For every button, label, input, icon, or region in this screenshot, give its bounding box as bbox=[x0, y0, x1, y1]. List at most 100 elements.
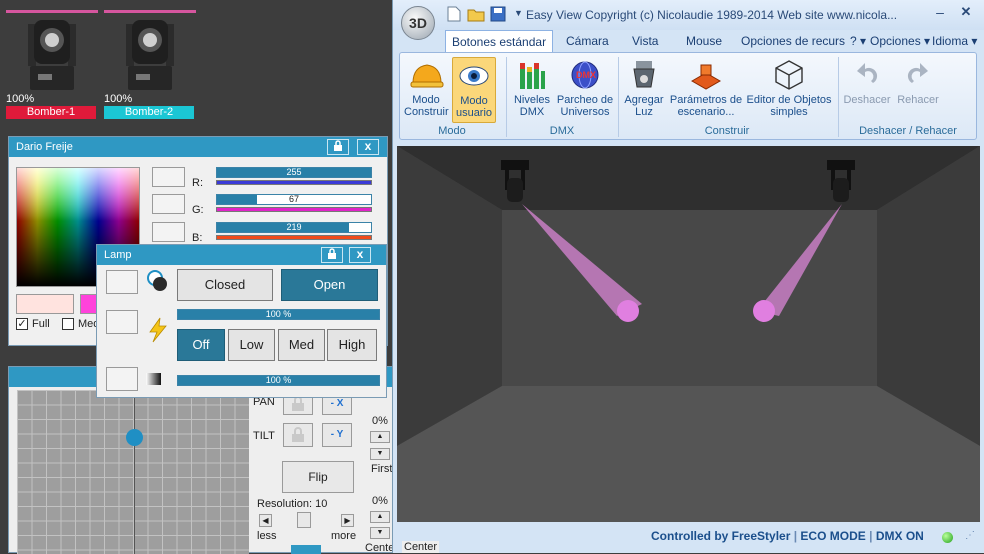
open-folder-icon[interactable] bbox=[467, 6, 485, 22]
strobe-med-button[interactable]: Med bbox=[278, 329, 325, 361]
strobe-high-button[interactable]: High bbox=[327, 329, 377, 361]
idioma-menu[interactable]: Idioma ▾ bbox=[932, 34, 977, 48]
lamp-dimmer-slider[interactable]: 100 % bbox=[177, 375, 380, 386]
close-icon: ✕ bbox=[960, 4, 972, 19]
lamp-preset-button-2[interactable] bbox=[106, 310, 138, 334]
cube-icon bbox=[775, 60, 803, 90]
lamp-panel: Lamp x Closed Open 100 % Off Low Med Hig… bbox=[96, 244, 387, 398]
channel-label-g: G: bbox=[192, 204, 204, 216]
resolution-thumb[interactable] bbox=[297, 512, 311, 528]
window-titlebar: 3D ▼ Easy View Copyright (c) Nicolaudie … bbox=[393, 0, 984, 40]
deshacer-button[interactable]: Deshacer bbox=[842, 59, 892, 123]
deshacer-label: Deshacer bbox=[843, 94, 891, 106]
editor-objetos-simples-button[interactable]: Editor de Objetos simples bbox=[746, 59, 832, 123]
window-close-button[interactable]: ✕ bbox=[956, 4, 976, 20]
center-label-2: Center bbox=[402, 541, 440, 553]
niveles-dmx-button[interactable]: Niveles DMX bbox=[510, 59, 554, 123]
preset-button-b[interactable] bbox=[152, 222, 185, 242]
pantilt-grid[interactable] bbox=[17, 390, 249, 554]
modo-usuario-button[interactable]: Modo usuario bbox=[452, 57, 496, 123]
tilt-lock-button[interactable] bbox=[283, 423, 313, 447]
niveles-dmx-label: Niveles DMX bbox=[513, 94, 551, 118]
lock-icon bbox=[292, 427, 304, 442]
resolution-left-button[interactable]: ◀ bbox=[259, 514, 272, 527]
lamp-preset-button-3[interactable] bbox=[106, 367, 138, 391]
window-title: Easy View Copyright (c) Nicolaudie 1989-… bbox=[526, 8, 898, 22]
help-menu-label: ? bbox=[850, 34, 857, 48]
close-button[interactable]: x bbox=[357, 139, 379, 155]
fixture-intensity: 100% bbox=[6, 93, 35, 105]
preset-button-g[interactable] bbox=[152, 194, 185, 214]
pct-label-1: 0% bbox=[372, 415, 388, 427]
fixture-top-bar bbox=[104, 10, 196, 13]
save-icon[interactable] bbox=[490, 6, 506, 22]
level-meter-icon bbox=[520, 63, 545, 89]
arrow-down-icon: ▼ bbox=[376, 450, 384, 457]
lamp-preset-button-1[interactable] bbox=[106, 270, 138, 294]
opciones-menu-label: Opciones bbox=[870, 34, 921, 48]
arrow-left-icon: ◀ bbox=[262, 516, 269, 525]
green-slider[interactable]: 67 bbox=[216, 194, 372, 205]
lamp-close-button[interactable]: x bbox=[349, 247, 371, 263]
lamp-intensity-slider[interactable]: 100 % bbox=[177, 309, 380, 320]
pantilt-cursor[interactable] bbox=[126, 429, 143, 446]
parametros-label: Parámetros de escenario... bbox=[669, 94, 743, 118]
idioma-menu-label: Idioma bbox=[932, 34, 969, 48]
gradient-icon bbox=[146, 373, 161, 385]
spotlight-icon bbox=[633, 61, 655, 88]
preset-button-r[interactable] bbox=[152, 167, 185, 187]
group-label-modo: Modo bbox=[438, 125, 466, 137]
group-divider bbox=[838, 57, 839, 137]
full-label: Full bbox=[32, 318, 50, 330]
fixture-bomber-2[interactable]: 100% Bomber-2 bbox=[104, 10, 196, 120]
tab-opciones-de-recurso[interactable]: Opciones de recurso bbox=[735, 30, 845, 52]
tab-botones-estandar[interactable]: Botones estándar bbox=[445, 30, 554, 52]
new-file-icon[interactable] bbox=[447, 6, 461, 22]
tab-vista[interactable]: Vista bbox=[626, 30, 664, 52]
closed-button[interactable]: Closed bbox=[177, 269, 273, 301]
quick-access-dropdown-icon[interactable]: ▼ bbox=[514, 8, 523, 18]
fixture-bomber-1[interactable]: 100% Bomber-1 bbox=[6, 10, 98, 120]
help-menu[interactable]: ? ▾ bbox=[850, 34, 866, 48]
parametros-de-escenario-button[interactable]: Parámetros de escenario... bbox=[668, 59, 744, 123]
lock-icon bbox=[334, 140, 342, 151]
green-strip bbox=[216, 207, 372, 212]
flip-button[interactable]: Flip bbox=[282, 461, 354, 493]
resize-grip-icon: ⋰ bbox=[965, 530, 975, 541]
lamp-dimmer-value: 100 % bbox=[265, 375, 292, 385]
blue-slider[interactable]: 219 bbox=[216, 222, 372, 233]
red-slider[interactable]: 255 bbox=[216, 167, 372, 178]
3d-viewport[interactable] bbox=[397, 146, 980, 522]
parcheo-label: Parcheo de Universos bbox=[556, 94, 614, 118]
group-label-dmx: DMX bbox=[549, 125, 575, 137]
status-eco-mode: ECO MODE bbox=[800, 529, 866, 543]
tab-camara[interactable]: Cámara bbox=[560, 30, 615, 52]
parcheo-de-universos-button[interactable]: DMX Parcheo de Universos bbox=[556, 59, 614, 123]
undo-icon bbox=[857, 63, 878, 83]
group-label-construir: Construir bbox=[704, 125, 750, 137]
tab-mouse[interactable]: Mouse bbox=[680, 30, 728, 52]
agregar-luz-button[interactable]: Agregar Luz bbox=[622, 59, 666, 123]
resolution-right-button[interactable]: ▶ bbox=[341, 514, 354, 527]
strobe-off-button[interactable]: Off bbox=[177, 329, 225, 361]
step-up-button-1[interactable]: ▲ bbox=[370, 431, 390, 443]
moving-head-icon bbox=[28, 20, 76, 90]
modo-construir-button[interactable]: Modo Construir bbox=[404, 59, 449, 123]
app-logo-button[interactable]: 3D bbox=[401, 6, 435, 40]
rehacer-label: Rehacer bbox=[897, 94, 939, 106]
step-up-button-2[interactable]: ▲ bbox=[370, 511, 390, 523]
lamp-lock-button[interactable] bbox=[321, 247, 343, 263]
minimize-button[interactable]: – bbox=[930, 4, 950, 20]
opciones-menu[interactable]: Opciones ▾ bbox=[870, 34, 930, 48]
more-label: more bbox=[331, 530, 357, 542]
strobe-low-button[interactable]: Low bbox=[228, 329, 275, 361]
status-dmx-on: DMX ON bbox=[875, 529, 924, 543]
minus-y-button[interactable]: - Y bbox=[322, 423, 352, 447]
lock-button[interactable] bbox=[327, 139, 349, 155]
stage-render bbox=[397, 146, 980, 522]
step-down-button-2[interactable]: ▼ bbox=[370, 527, 390, 539]
grid-vertical-axis bbox=[134, 390, 135, 554]
open-button[interactable]: Open bbox=[281, 269, 378, 301]
step-down-button-1[interactable]: ▼ bbox=[370, 448, 390, 460]
rehacer-button[interactable]: Rehacer bbox=[894, 59, 942, 123]
